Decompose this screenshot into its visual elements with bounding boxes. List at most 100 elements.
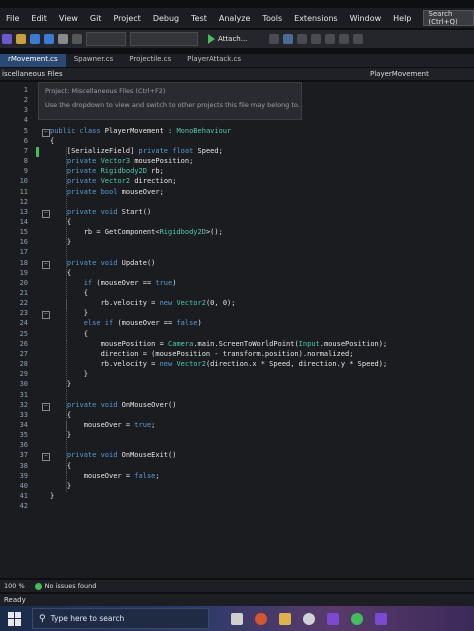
ready-status: Ready — [4, 596, 26, 604]
code-line[interactable]: private Vector2 direction; — [50, 177, 177, 185]
task-view-icon[interactable] — [231, 612, 243, 625]
code-line[interactable]: [SerializeField] private float Speed; — [50, 147, 223, 155]
line-number: 25 — [19, 329, 28, 338]
collapse-icon[interactable]: − — [42, 311, 50, 320]
menu-help[interactable]: Help — [387, 14, 417, 23]
redo-icon[interactable] — [72, 34, 82, 44]
menu-file[interactable]: File — [0, 14, 25, 23]
zoom-level[interactable]: 100 % — [4, 582, 25, 590]
opera-icon[interactable] — [255, 612, 267, 625]
save-all-icon[interactable] — [44, 34, 54, 44]
visual-studio-icon[interactable] — [327, 612, 339, 625]
code-line[interactable]: private Vector3 mousePosition; — [50, 157, 193, 165]
line-number: 12 — [19, 197, 28, 206]
toolbar-icon-f[interactable] — [339, 34, 350, 44]
attach-button[interactable]: Attach... — [208, 34, 247, 44]
collapse-icon[interactable]: − — [42, 453, 50, 462]
menu-git[interactable]: Git — [84, 14, 108, 23]
new-project-icon[interactable] — [2, 34, 12, 44]
save-icon[interactable] — [30, 34, 40, 44]
issues-status[interactable]: No issues found — [45, 582, 97, 590]
search-input[interactable]: Search (Ctrl+Q) — [423, 10, 474, 26]
line-number: 42 — [19, 502, 28, 511]
menu-edit[interactable]: Edit — [25, 14, 53, 23]
windows-taskbar: ⚲ Type here to search — [0, 606, 474, 631]
code-line[interactable]: { — [50, 137, 54, 145]
line-number: 37 — [19, 451, 28, 460]
toolbar-icon-c[interactable] — [297, 34, 308, 44]
taskbar-search-input[interactable]: ⚲ Type here to search — [32, 608, 209, 629]
menu-project[interactable]: Project — [107, 14, 146, 23]
line-number: 10 — [19, 177, 28, 186]
member-dropdown[interactable]: PlayerMovement — [370, 70, 429, 78]
menu-extensions[interactable]: Extensions — [288, 14, 343, 23]
toolbar-icon-b[interactable] — [283, 34, 294, 44]
line-number: 36 — [19, 441, 28, 450]
undo-icon[interactable] — [58, 34, 68, 44]
menu-tools[interactable]: Tools — [256, 14, 288, 23]
menu-debug[interactable]: Debug — [147, 14, 185, 23]
line-number: 26 — [19, 339, 28, 348]
file-explorer-icon[interactable] — [279, 612, 291, 625]
toolbar-icon-d[interactable] — [311, 34, 322, 44]
toolbar-icon-e[interactable] — [325, 34, 336, 44]
spotify-icon[interactable] — [351, 612, 363, 625]
collapse-icon[interactable]: − — [42, 209, 50, 218]
configuration-dropdown[interactable] — [86, 32, 126, 46]
code-line[interactable]: if (mouseOver == true) — [50, 279, 177, 287]
unity-hub-icon[interactable] — [303, 612, 315, 625]
code-line[interactable]: { — [50, 269, 71, 277]
code-line[interactable]: { — [50, 462, 71, 470]
line-number: 11 — [19, 187, 28, 196]
code-line[interactable]: } — [50, 238, 71, 246]
check-icon — [34, 582, 42, 590]
platform-dropdown[interactable] — [130, 32, 198, 46]
code-line[interactable]: } — [50, 431, 71, 439]
tab-spawner[interactable]: Spawner.cs — [66, 54, 122, 67]
code-line[interactable]: private void OnMouseOver() — [50, 401, 177, 409]
code-line[interactable]: private Rigidbody2D rb; — [50, 167, 164, 175]
line-number: 32 — [19, 400, 28, 409]
code-line[interactable]: rb.velocity = new Vector2(0, 0); — [50, 299, 236, 307]
line-number: 41 — [19, 492, 28, 500]
code-line[interactable]: { — [50, 411, 71, 419]
code-line[interactable]: } — [50, 370, 88, 378]
code-line[interactable]: } — [50, 482, 71, 490]
code-line[interactable]: rb = GetComponent<Rigidbody2D>(); — [50, 228, 223, 236]
code-line[interactable]: mousePosition = Camera.main.ScreenToWorl… — [50, 340, 388, 348]
code-line[interactable]: public class PlayerMovement : MonoBehavi… — [50, 127, 231, 135]
collapse-icon[interactable]: − — [42, 128, 50, 137]
code-line[interactable]: private void OnMouseExit() — [50, 451, 177, 459]
code-editor[interactable]: 1 2 3 4 5 6 7 8 9 10 11 12 13 14 15 16 17 18 19 20 21 22 23 24 2… — [0, 82, 474, 578]
code-line[interactable]: } — [50, 380, 71, 388]
project-dropdown[interactable]: iscellaneous Files — [0, 70, 63, 78]
menu-window[interactable]: Window — [344, 14, 388, 23]
tab-projectile[interactable]: Projectile.cs — [121, 54, 179, 67]
line-number: 28 — [19, 360, 28, 369]
code-line[interactable]: else if (mouseOver == false) — [50, 319, 202, 327]
menu-test[interactable]: Test — [185, 14, 213, 23]
open-folder-icon[interactable] — [16, 34, 26, 44]
toolbar-icon-a[interactable] — [269, 34, 280, 44]
menu-analyze[interactable]: Analyze — [213, 14, 257, 23]
windows-start-icon[interactable] — [8, 611, 22, 626]
code-line[interactable]: private bool mouseOver; — [50, 188, 164, 196]
code-line[interactable]: { — [50, 289, 88, 297]
line-number: 18 — [19, 258, 28, 267]
code-line[interactable]: rb.velocity = new Vector2(direction.x * … — [50, 360, 388, 368]
tab-player-movement[interactable]: rMovement.cs — [0, 54, 66, 67]
visual-studio-active-icon[interactable] — [375, 612, 387, 625]
collapse-icon[interactable]: − — [42, 402, 50, 411]
taskbar-search-placeholder: Type here to search — [50, 614, 125, 623]
line-number: 1 — [23, 86, 28, 94]
code-line[interactable]: direction = (mousePosition - transform.p… — [50, 350, 354, 358]
menu-view[interactable]: View — [53, 14, 84, 23]
code-line[interactable]: } — [50, 309, 88, 317]
code-line[interactable]: { — [50, 218, 71, 226]
collapse-icon[interactable]: − — [42, 260, 50, 269]
toolbar-icon-g[interactable] — [353, 34, 364, 44]
tab-player-attack[interactable]: PlayerAttack.cs — [179, 54, 249, 67]
code-line[interactable]: } — [50, 492, 54, 500]
code-line[interactable]: { — [50, 330, 88, 338]
toolbar: Attach... — [0, 30, 474, 48]
